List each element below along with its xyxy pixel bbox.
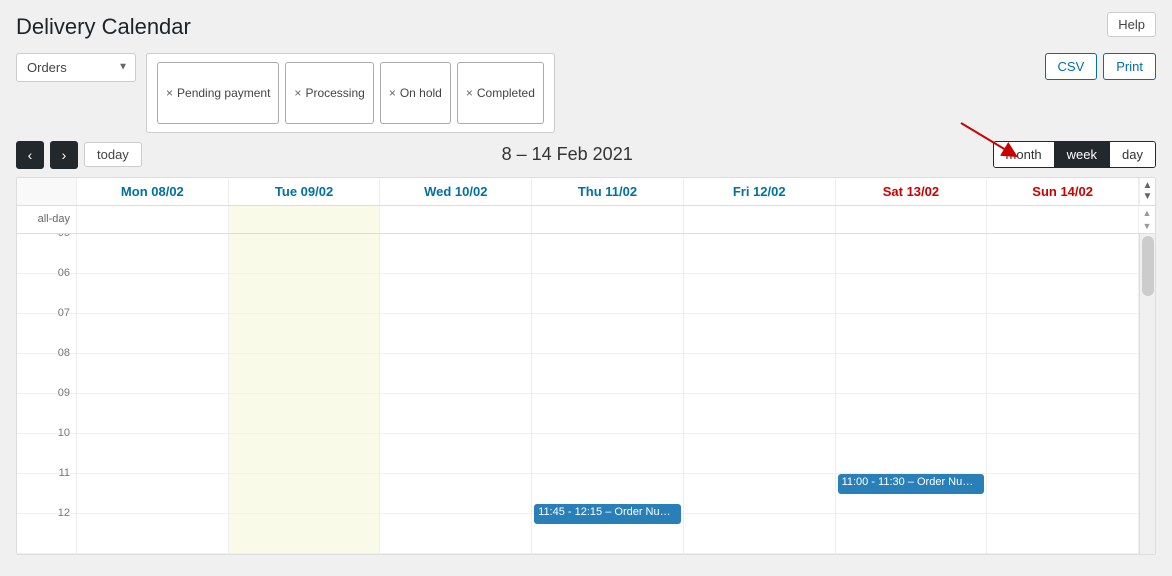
allday-scroll-down-icon: ▼ [1143,221,1152,231]
left-controls: Orders ▼ × Pending payment × Processing … [16,53,555,133]
allday-wed [380,206,532,233]
event-sat-1100[interactable]: 11:00 - 11:30 – Order Number: [838,474,985,494]
date-range-title: 8 – 14 Feb 2021 [142,144,993,165]
allday-scroll: ▲ ▼ [1139,206,1155,233]
filter-tag-on-hold[interactable]: × On hold [380,62,451,124]
time-label-12: 12 [17,514,76,554]
time-labels: 05 06 07 08 09 10 11 12 [17,234,77,554]
scrollbar-thumb[interactable] [1142,236,1154,296]
page-title: Delivery Calendar [16,12,191,43]
next-button[interactable]: › [50,141,78,169]
nav-left: ‹ › today [16,141,142,169]
filter-tags-box: × Pending payment × Processing × On hold… [146,53,555,133]
day-col-sat: 11:00 - 11:30 – Order Number: [836,234,988,554]
right-buttons: CSV Print [1045,53,1156,80]
day-col-thu: 11:45 - 12:15 – Order Number: [532,234,684,554]
week-view-button[interactable]: week [1055,142,1110,167]
day-col-tue [229,234,381,554]
calendar-container: Mon 08/02 Tue 09/02 Wed 10/02 Thu 11/02 … [16,177,1156,555]
csv-button[interactable]: CSV [1045,53,1098,80]
header-sun: Sun 14/02 [987,178,1139,205]
day-col-sun [987,234,1139,554]
scroll-up-icon: ▲ [1143,180,1153,191]
filter-tag-label: On hold [400,86,442,100]
header-empty-cell [17,178,77,205]
filter-tag-label: Pending payment [177,86,270,100]
day-col-wed [380,234,532,554]
help-button[interactable]: Help [1107,12,1156,37]
scrollbar-track[interactable] [1139,234,1155,554]
day-col-fri [684,234,836,554]
allday-sat [836,206,988,233]
days-grid: 11:45 - 12:15 – Order Number: [77,234,1139,554]
page-wrapper: Delivery Calendar Help Orders ▼ × Pendin… [0,0,1172,576]
scroll-down-icon: ▼ [1143,191,1153,202]
controls-row: Orders ▼ × Pending payment × Processing … [16,53,1156,133]
day-view-button[interactable]: day [1110,142,1155,167]
top-bar: Delivery Calendar Help [16,12,1156,43]
remove-tag-icon[interactable]: × [294,86,301,100]
day-col-mon [77,234,229,554]
remove-tag-icon[interactable]: × [466,86,473,100]
event-thu-1145[interactable]: 11:45 - 12:15 – Order Number: [534,504,681,524]
header-mon: Mon 08/02 [77,178,229,205]
view-toggle: month week day [993,141,1156,168]
allday-scroll-up-icon: ▲ [1143,208,1152,218]
allday-fri [684,206,836,233]
time-grid: 05 06 07 08 09 10 11 12 [17,234,1155,554]
filter-tag-label: Completed [477,86,535,100]
allday-mon [77,206,229,233]
nav-row: ‹ › today 8 – 14 Feb 2021 month week day [16,141,1156,169]
header-wed: Wed 10/02 [380,178,532,205]
allday-sun [987,206,1139,233]
today-button[interactable]: today [84,142,142,167]
allday-row: all-day ▲ ▼ [17,206,1155,234]
remove-tag-icon[interactable]: × [389,86,396,100]
header-scroll-area: ▲ ▼ [1139,178,1155,205]
header-tue: Tue 09/02 [229,178,381,205]
header-fri: Fri 12/02 [684,178,836,205]
month-view-button[interactable]: month [994,142,1055,167]
filter-tag-completed[interactable]: × Completed [457,62,544,124]
prev-button[interactable]: ‹ [16,141,44,169]
filter-tag-label: Processing [305,86,364,100]
calendar-header: Mon 08/02 Tue 09/02 Wed 10/02 Thu 11/02 … [17,178,1155,206]
orders-select-wrapper: Orders ▼ [16,53,136,82]
allday-tue [229,206,381,233]
filter-tag-processing[interactable]: × Processing [285,62,373,124]
orders-select[interactable]: Orders [16,53,136,82]
header-sat: Sat 13/02 [836,178,988,205]
print-button[interactable]: Print [1103,53,1156,80]
filter-tag-pending-payment[interactable]: × Pending payment [157,62,279,124]
allday-thu [532,206,684,233]
remove-tag-icon[interactable]: × [166,86,173,100]
allday-label: all-day [17,206,77,233]
header-thu: Thu 11/02 [532,178,684,205]
